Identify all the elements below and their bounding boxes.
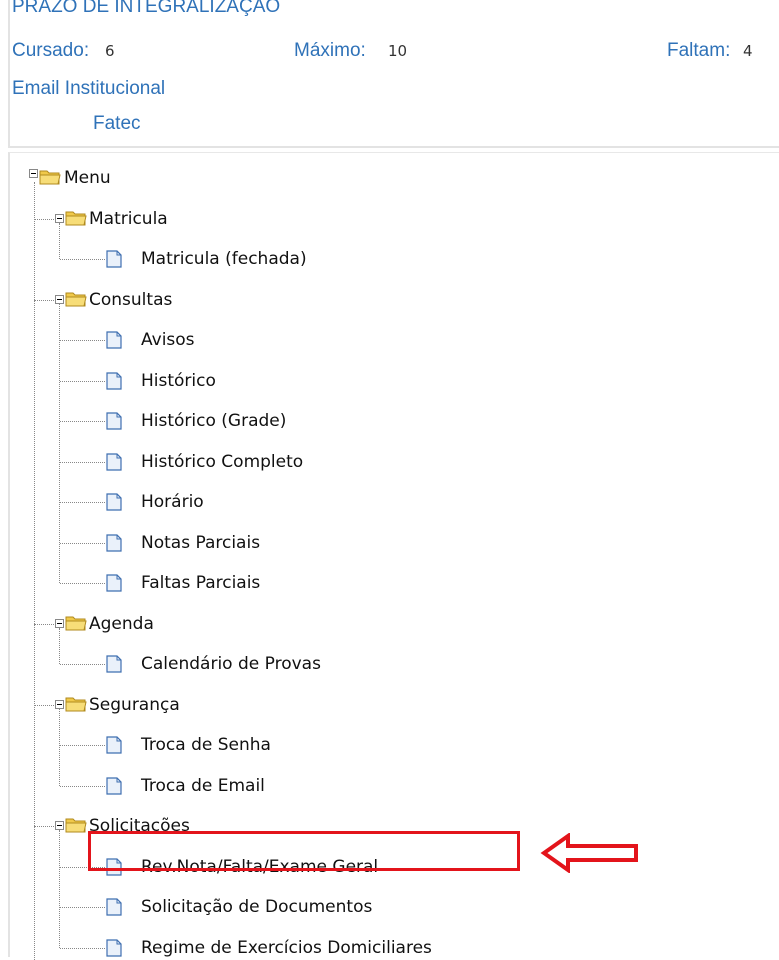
folder-icon: [65, 292, 87, 306]
maximo-label: Máximo:: [294, 40, 366, 61]
tree-group[interactable]: Consultas: [89, 290, 172, 310]
folder-icon: [65, 818, 87, 833]
tree-item[interactable]: Histórico: [141, 371, 216, 391]
page-icon: [106, 655, 122, 673]
tree-connector: [60, 664, 105, 665]
tree-connector: [59, 303, 60, 583]
tree-item[interactable]: Faltas Parciais: [141, 573, 260, 593]
collapse-toggle-matricula[interactable]: [55, 213, 64, 223]
page-icon: [106, 452, 122, 471]
tree-connector: [60, 947, 105, 949]
page-icon: [106, 533, 122, 552]
page-icon: [106, 574, 122, 592]
tree-connector: [60, 745, 105, 746]
tree-item[interactable]: Avisos: [141, 330, 195, 350]
tree-item[interactable]: Troca de Email: [141, 776, 265, 796]
tree-item[interactable]: Horário: [141, 492, 204, 512]
arrow-left-icon: [540, 833, 638, 873]
cursado-label: Cursado:: [12, 40, 90, 61]
frame-border: [8, 0, 10, 148]
page-icon: [106, 938, 122, 957]
tree-connector: [59, 222, 60, 259]
cursado-value: 6: [105, 42, 115, 60]
page-icon: [106, 736, 122, 754]
tree-item[interactable]: Histórico (Grade): [141, 411, 286, 431]
institution-name: Fatec: [93, 113, 141, 134]
tree-connector: [59, 708, 60, 786]
tree-item[interactable]: Notas Parciais: [141, 533, 260, 553]
tree-connector: [60, 421, 105, 422]
tree-connector: [60, 785, 105, 787]
faltam-value: 4: [743, 42, 753, 60]
page-icon: [106, 412, 122, 430]
collapse-toggle-agenda[interactable]: [55, 618, 64, 628]
collapse-toggle-solicitações[interactable]: [55, 821, 64, 830]
tree-group[interactable]: Agenda: [89, 614, 154, 634]
tree-connector: [60, 259, 105, 260]
faltam-label: Faltam:: [667, 40, 731, 61]
tree-connector: [34, 218, 54, 220]
folder-icon: [65, 697, 87, 711]
tree-item[interactable]: Calendário de Provas: [141, 654, 321, 674]
collapse-toggle-consultas[interactable]: [55, 294, 64, 304]
email-institucional-link[interactable]: Email Institucional: [12, 78, 165, 100]
tree-item[interactable]: Regime de Exercícios Domiciliares: [141, 938, 432, 958]
tree-item[interactable]: Troca de Senha: [141, 735, 271, 755]
tree-connector: [59, 830, 60, 948]
page-icon: [106, 331, 122, 349]
tree-connector: [60, 542, 105, 544]
tree-connector: [59, 627, 60, 664]
tree-connector: [60, 583, 105, 584]
tree-connector: [34, 826, 54, 827]
highlight-box: [88, 831, 520, 871]
tree-item[interactable]: Solicitação de Documentos: [141, 897, 372, 917]
tree-group[interactable]: Segurança: [89, 695, 180, 715]
integralization-header: PRAZO DE INTEGRALIZAÇÃO Cursado: 6 Máxim…: [0, 0, 779, 148]
tree-group[interactable]: Matricula: [89, 209, 168, 229]
page-icon: [106, 776, 122, 795]
collapse-toggle-segurança[interactable]: [55, 699, 64, 709]
page-icon: [106, 371, 122, 390]
maximo-value: 10: [388, 42, 408, 60]
tree-connector: [34, 623, 54, 625]
folder-icon: [39, 170, 61, 185]
page-icon: [106, 250, 122, 268]
folder-icon: [65, 616, 87, 630]
tree-connector: [34, 704, 54, 706]
tree-connector: [60, 340, 105, 341]
tree-item[interactable]: Histórico Completo: [141, 452, 303, 472]
page-icon: [106, 493, 122, 511]
tree-root-menu[interactable]: Menu: [64, 168, 111, 188]
folder-icon: [65, 211, 87, 225]
tree-connector: [60, 461, 105, 463]
collapse-toggle-menu[interactable]: [29, 169, 38, 178]
tree-connector: [60, 502, 105, 503]
frame-border: [8, 146, 779, 148]
tree-connector: [34, 299, 54, 301]
page-icon: [106, 898, 122, 916]
tree-item[interactable]: Matricula (fechada): [141, 249, 307, 269]
tree-connector: [60, 380, 105, 382]
tree-connector: [60, 907, 105, 908]
integralization-title: PRAZO DE INTEGRALIZAÇÃO: [12, 0, 281, 17]
tree-connector: [34, 182, 35, 960]
